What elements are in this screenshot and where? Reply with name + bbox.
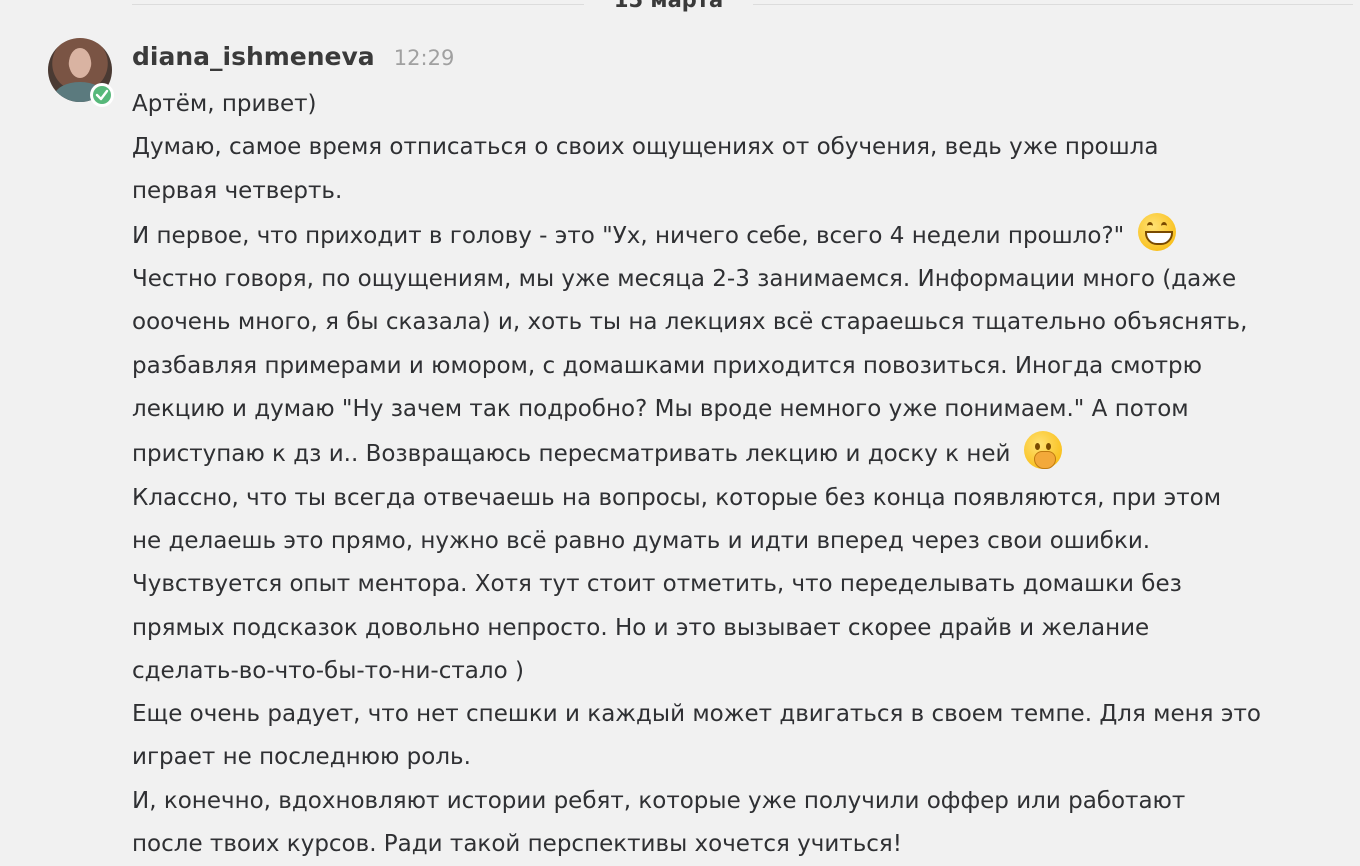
- avatar-face: [69, 48, 91, 78]
- message-line: Классно, что ты всегда отвечаешь на вопр…: [132, 484, 1222, 511]
- message-line: играет не последнюю роль.: [132, 744, 471, 771]
- username[interactable]: diana_ishmeneva: [132, 42, 375, 71]
- divider-line-right: [753, 4, 1353, 5]
- message-line: ооочень много, я бы сказала) и, хоть ты …: [132, 309, 1248, 336]
- message-line: первая четверть.: [132, 177, 343, 204]
- message-line-text: приступаю к дз и.. Возвращаюсь пересматр…: [132, 441, 1011, 468]
- date-label: 15 марта: [613, 0, 724, 12]
- check-icon: [95, 89, 109, 101]
- message-line: И, конечно, вдохновляют истории ребят, к…: [132, 787, 1186, 814]
- message-line-with-emoji: приступаю к дз и.. Возвращаюсь пересматр…: [132, 431, 1352, 476]
- message-time[interactable]: 12:29: [394, 46, 455, 70]
- message-line: сделать-во-что-бы-то-ни-стало ): [132, 657, 524, 684]
- grinning-face-icon: [1138, 212, 1177, 251]
- message-line: не делаешь это прямо, нужно всё равно ду…: [132, 527, 1151, 554]
- message-line: Думаю, самое время отписаться о своих ощ…: [132, 134, 1159, 161]
- date-divider: 15 марта: [0, 0, 1360, 16]
- online-status-icon: [90, 83, 114, 107]
- message-line-text: И первое, что приходит в голову - это "У…: [132, 222, 1125, 249]
- message-line-with-emoji: И первое, что приходит в голову - это "У…: [132, 212, 1352, 258]
- message-line: Еще очень радует, что нет спешки и кажды…: [132, 701, 1261, 728]
- message-header: diana_ishmeneva 12:29: [132, 42, 454, 78]
- message-line: Честно говоря, по ощущениям, мы уже меся…: [132, 266, 1237, 293]
- message-line: Артём, привет): [132, 91, 317, 117]
- message-line: Чувствуется опыт ментора. Хотя тут стоит…: [132, 571, 1182, 598]
- message-line: разбавляя примерами и юмором, с домашкам…: [132, 352, 1202, 379]
- divider-line-left: [132, 4, 584, 5]
- message-body: Артём, привет) Думаю, самое время отписа…: [132, 83, 1352, 866]
- message-line: прямых подсказок довольно непросто. Но и…: [132, 614, 1150, 641]
- hand-over-mouth-icon: [1024, 431, 1063, 470]
- message-line: лекцию и думаю "Ну зачем так подробно? М…: [132, 396, 1189, 423]
